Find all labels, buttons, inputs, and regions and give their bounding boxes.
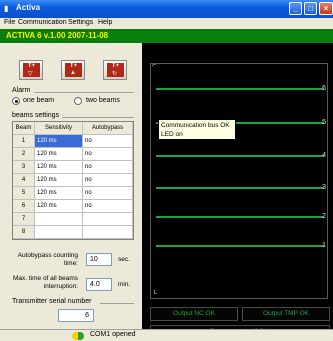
radio-two-beams-label: two beams [86, 97, 120, 104]
tooltip-line-bus: Communication bus OK [161, 122, 230, 129]
beam-line-4 [156, 155, 324, 157]
autobypass-cell[interactable]: no [83, 174, 133, 187]
beam-number-4: 4 [322, 152, 326, 159]
autobypass-cell[interactable] [83, 226, 133, 239]
beam-number-6: 6 [322, 85, 326, 92]
table-row[interactable]: 3 120 ms no [13, 161, 133, 174]
output-tmp-indicator: Output TMP OK [242, 307, 330, 321]
sensitivity-cell[interactable]: 120 ms [35, 187, 83, 200]
sensitivity-cell[interactable]: 120 ms [35, 161, 83, 174]
window-title: Activa [16, 3, 41, 12]
autobypass-time-input[interactable]: 10 [86, 253, 112, 266]
beam-screen: ⌐ 6 5 4 3 2 1 └ Communication bus OK LED… [150, 62, 328, 299]
port-status: COM1 opened [90, 331, 136, 338]
beam-number: 4 [13, 174, 35, 187]
serial-number-input[interactable]: 6 [58, 309, 94, 322]
radio-two-beams[interactable] [74, 97, 82, 105]
minimize-button[interactable]: _ [289, 2, 302, 15]
write-settings-button[interactable]: T+ ▲ [61, 60, 85, 80]
autobypass-cell[interactable]: no [83, 200, 133, 213]
sensitivity-cell[interactable]: 120 ms [35, 135, 83, 148]
output-nc-indicator: Output NC OK [150, 307, 238, 321]
alarm-divider [34, 92, 134, 93]
beam-number-2: 2 [322, 213, 326, 220]
table-header: Beam Sensitivity Autobypass [13, 122, 133, 135]
menu-help[interactable]: Help [98, 19, 112, 26]
beam-line-2 [156, 216, 324, 218]
autobypass-cell[interactable] [83, 213, 133, 226]
version-bar: ACTIVA 6 v.1.00 2007-11-08 [0, 29, 333, 43]
beams-table: Beam Sensitivity Autobypass 1 120 ms no … [12, 121, 134, 240]
autobypass-time-label: Autobypass counting time: [17, 252, 78, 267]
app-window: ▮ Activa _ □ × File Communication Settin… [0, 0, 333, 341]
app-icon: ▮ [4, 4, 9, 13]
autobypass-cell[interactable]: no [83, 148, 133, 161]
status-tooltip: Communication bus OK LED on [158, 119, 236, 140]
serial-divider [100, 303, 134, 304]
autobypass-cell[interactable]: no [83, 187, 133, 200]
alarm-label: Alarm [12, 87, 31, 94]
beam-number: 3 [13, 161, 35, 174]
beam-display-panel: ⌐ 6 5 4 3 2 1 └ Communication bus OK LED… [142, 43, 333, 341]
table-row[interactable]: 6 120 ms no [13, 200, 133, 213]
table-row[interactable]: 4 120 ms no [13, 174, 133, 187]
max-interruption-input[interactable]: 4.0 [86, 278, 112, 291]
table-row[interactable]: 8 [13, 226, 133, 239]
radio-one-beam-label: one beam [23, 97, 55, 104]
menu-file[interactable]: File [4, 19, 15, 26]
autobypass-time-unit: sec. [118, 256, 130, 263]
table-row[interactable]: 5 120 ms no [13, 187, 133, 200]
menu-bar: File Communication Settings Help [0, 18, 333, 29]
beam-number: 8 [13, 226, 35, 239]
beam-number-3: 3 [322, 184, 326, 191]
sensitivity-cell[interactable]: 120 ms [35, 174, 83, 187]
table-row[interactable]: 7 [13, 213, 133, 226]
beam-number: 7 [13, 213, 35, 226]
menu-settings[interactable]: Settings [68, 19, 93, 26]
beams-divider [62, 117, 134, 118]
serial-label: Transmitter serial number [12, 298, 92, 305]
radio-one-beam[interactable] [12, 97, 20, 105]
sensitivity-cell[interactable]: 120 ms [35, 148, 83, 161]
sensitivity-cell[interactable] [35, 226, 83, 239]
beam-line-3 [156, 187, 324, 189]
autobypass-cell[interactable]: no [83, 161, 133, 174]
beam-number: 1 [13, 135, 35, 148]
bottom-left-marker: └ [152, 291, 157, 298]
sensitivity-cell[interactable] [35, 213, 83, 226]
max-interruption-label: Max. time of all beams interruption: [12, 275, 78, 290]
close-button[interactable]: × [319, 2, 333, 15]
column-header-autobypass: Autobypass [83, 122, 133, 135]
beam-number: 2 [13, 148, 35, 161]
menu-communication[interactable]: Communication [18, 19, 67, 26]
maximize-button[interactable]: □ [304, 2, 317, 15]
table-row[interactable]: 2 120 ms no [13, 148, 133, 161]
column-header-sensitivity: Sensitivity [35, 122, 83, 135]
version-label: ACTIVA 6 v.1.00 2007-11-08 [6, 31, 109, 40]
connection-status-icon [72, 332, 84, 340]
top-left-marker: ⌐ [152, 62, 157, 69]
autobypass-cell[interactable]: no [83, 135, 133, 148]
beam-number-5: 5 [322, 119, 326, 126]
beam-line-6 [156, 88, 324, 90]
refresh-button[interactable]: T+ ↻ [103, 60, 127, 80]
read-settings-button[interactable]: T+ ▽ [19, 60, 43, 80]
tooltip-line-led: LED on [161, 131, 183, 138]
beam-number: 6 [13, 200, 35, 213]
beam-number: 5 [13, 187, 35, 200]
beam-number-1: 1 [322, 242, 326, 249]
title-bar: ▮ Activa _ □ × [0, 0, 333, 18]
beams-settings-label: beams settings [12, 112, 60, 119]
max-interruption-unit: min. [118, 281, 131, 288]
beam-line-1 [156, 245, 324, 247]
status-bar: COM1 opened [0, 329, 333, 341]
column-header-beam: Beam [13, 122, 35, 135]
table-row[interactable]: 1 120 ms no [13, 135, 133, 148]
sensitivity-cell[interactable]: 120 ms [35, 200, 83, 213]
